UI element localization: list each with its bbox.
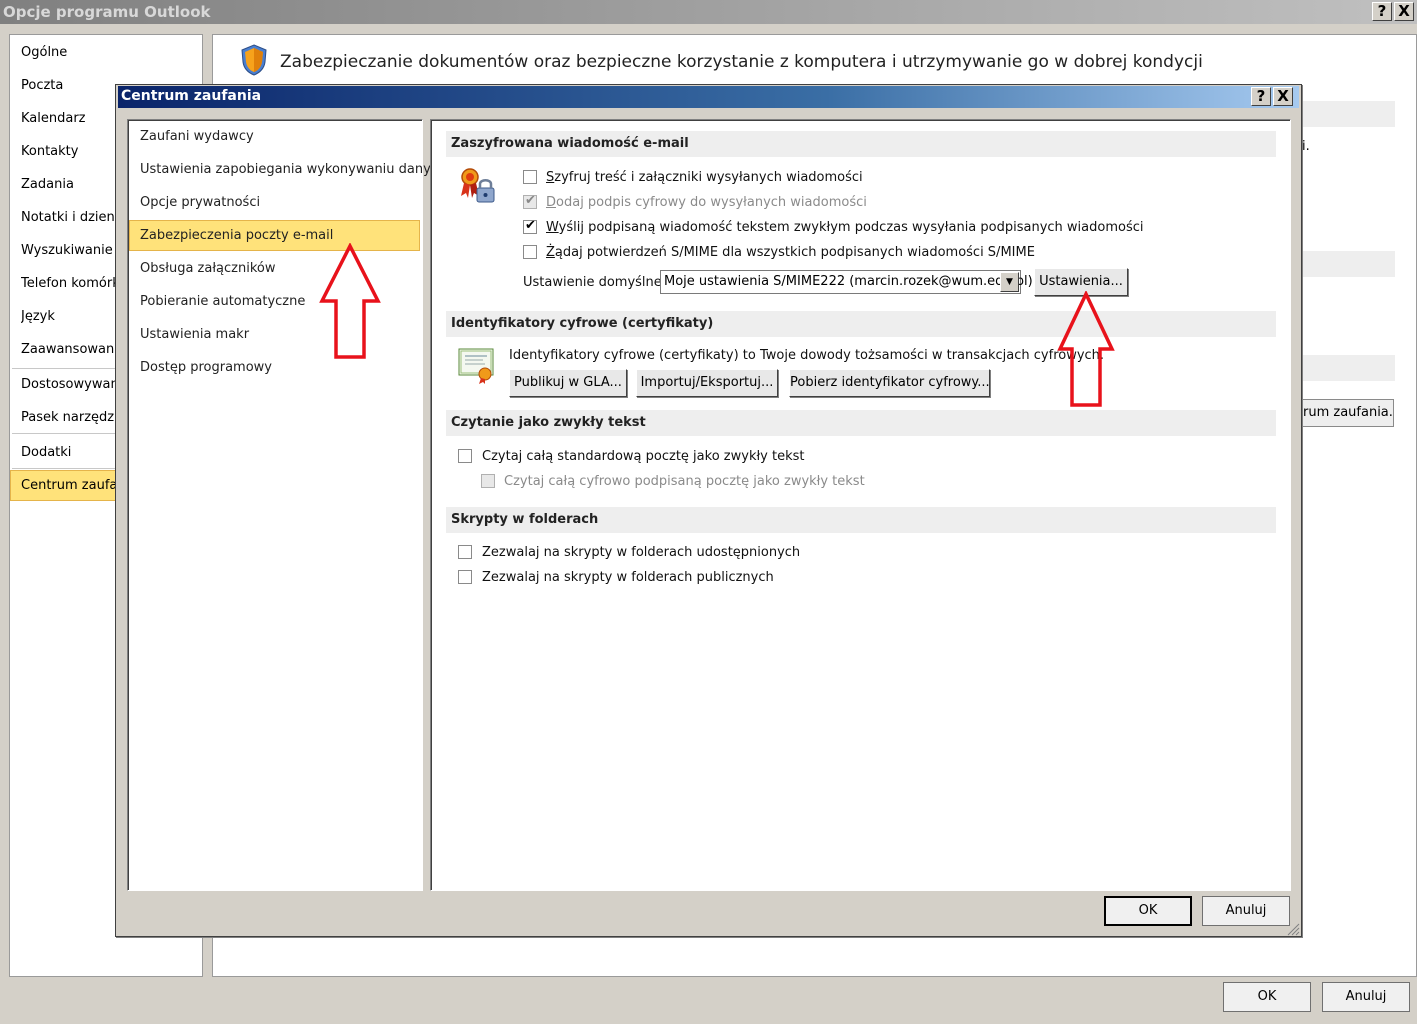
- inner-nav-item[interactable]: Ustawienia makr: [140, 327, 249, 342]
- outer-nav-item[interactable]: Pasek narzędzi S: [21, 410, 115, 425]
- read-signed-plain-checkbox: [481, 474, 495, 488]
- read-plain-label: Czytaj całą standardową pocztę jako zwyk…: [482, 449, 805, 464]
- get-digital-id-button[interactable]: Pobierz identyfikator cyfrowy...: [789, 369, 990, 397]
- check-icon: ✔: [525, 218, 536, 233]
- encrypted-option-label: Szyfruj treść i załączniki wysyłanych wi…: [546, 170, 863, 185]
- outer-cancel-button[interactable]: Anuluj: [1322, 982, 1410, 1012]
- outer-section-band: [1302, 101, 1395, 127]
- outer-nav-item[interactable]: Zaawansowane: [21, 342, 115, 357]
- outer-help-button[interactable]: ?: [1372, 2, 1392, 21]
- outer-nav-item[interactable]: Wyszukiwanie: [21, 243, 115, 258]
- section-encrypted-title: Zaszyfrowana wiadomość e-mail: [446, 131, 1276, 157]
- outer-nav-item[interactable]: Telefon komórko: [21, 276, 115, 291]
- encrypted-option-checkbox: ✔: [523, 193, 537, 209]
- outer-close-button[interactable]: X: [1394, 2, 1414, 21]
- outer-section-band: [1302, 251, 1395, 277]
- outer-nav-item[interactable]: Kalendarz: [21, 111, 115, 126]
- annotation-arrow-up-icon: [319, 243, 381, 359]
- outer-nav-item[interactable]: Notatki i dzienni: [21, 210, 115, 225]
- inner-nav-item[interactable]: Opcje prywatności: [140, 195, 260, 210]
- outer-nav-item[interactable]: Dodatki: [21, 445, 115, 460]
- inner-close-button[interactable]: X: [1273, 87, 1293, 106]
- check-icon: ✔: [525, 193, 536, 208]
- encrypted-option-label: Żądaj potwierdzeń S/MIME dla wszystkich …: [546, 245, 1035, 260]
- public-scripts-checkbox[interactable]: [458, 570, 472, 584]
- resize-grip-icon[interactable]: [1286, 922, 1300, 936]
- outer-section-band: [1302, 355, 1395, 381]
- outer-nav-item[interactable]: Ogólne: [21, 45, 115, 60]
- inner-nav-item[interactable]: Zabezpieczenia poczty e-mail: [140, 228, 333, 243]
- outer-nav-separator: [12, 433, 115, 434]
- inner-help-button[interactable]: ?: [1251, 87, 1271, 106]
- inner-cancel-button[interactable]: Anuluj: [1202, 896, 1290, 926]
- outer-nav-item[interactable]: Kontakty: [21, 144, 115, 159]
- inner-nav-item[interactable]: Pobieranie automatyczne: [140, 294, 305, 309]
- import-export-button[interactable]: Importuj/Eksportuj...: [636, 369, 778, 397]
- outer-nav-separator: [12, 468, 115, 469]
- section-certs-title: Identyfikatory cyfrowe (certyfikaty): [446, 311, 1276, 337]
- inner-ok-button[interactable]: OK: [1104, 896, 1192, 926]
- annotation-arrow-up-icon: [1057, 291, 1115, 407]
- public-scripts-label: Zezwalaj na skrypty w folderach publiczn…: [482, 570, 774, 585]
- encrypted-option-label: Wyślij podpisaną wiadomość tekstem zwykł…: [546, 220, 1144, 235]
- shared-scripts-label: Zezwalaj na skrypty w folderach udostępn…: [482, 545, 801, 560]
- shared-scripts-checkbox[interactable]: [458, 545, 472, 559]
- section-scripts-title: Skrypty w folderach: [446, 507, 1276, 533]
- outer-ok-button[interactable]: OK: [1223, 982, 1311, 1012]
- inner-titlebar: Centrum zaufania ? X: [118, 86, 1299, 108]
- encrypted-option-label: Dodaj podpis cyfrowy do wysyłanych wiado…: [546, 195, 867, 210]
- inner-nav-item[interactable]: Obsługa załączników: [140, 261, 275, 276]
- outer-title: Opcje programu Outlook: [3, 3, 211, 21]
- default-setting-combo[interactable]: Moje ustawienia S/MIME222 (marcin.rozek@…: [660, 270, 1033, 294]
- encrypted-option-checkbox[interactable]: ✔: [523, 218, 537, 234]
- outer-nav-item[interactable]: Poczta: [21, 78, 115, 93]
- outer-nav-item[interactable]: Dostosowywanie: [21, 377, 115, 392]
- inner-nav-item[interactable]: Ustawienia zapobiegania wykonywaniu dany…: [140, 162, 446, 177]
- outer-header-text: Zabezpieczanie dokumentów oraz bezpieczn…: [280, 52, 1203, 72]
- certificate-icon: [458, 348, 494, 384]
- read-plain-checkbox[interactable]: [458, 449, 472, 463]
- encrypted-option-checkbox[interactable]: [523, 245, 537, 259]
- section-plain-title: Czytanie jako zwykły tekst: [446, 410, 1276, 436]
- chevron-down-icon[interactable]: ▼: [1000, 272, 1019, 292]
- outer-nav-separator: [12, 368, 115, 369]
- default-setting-label: Ustawienie domyślne:: [523, 275, 667, 290]
- encrypted-option-checkbox[interactable]: [523, 170, 537, 184]
- default-setting-value: Moje ustawienia S/MIME222 (marcin.rozek@…: [664, 274, 1033, 289]
- outer-nav-item[interactable]: Zadania: [21, 177, 115, 192]
- shield-icon: [241, 44, 267, 76]
- outer-nav-item[interactable]: Centrum zaufani: [10, 470, 129, 501]
- outer-partial-text: i.: [1302, 139, 1310, 154]
- inner-title: Centrum zaufania: [121, 88, 262, 104]
- certs-description: Identyfikatory cyfrowe (certyfikaty) to …: [509, 348, 1105, 363]
- outer-nav-item[interactable]: Język: [21, 309, 115, 324]
- publish-gal-button[interactable]: Publikuj w GLA...: [509, 369, 627, 397]
- secure-email-icon: [461, 168, 495, 203]
- inner-nav-item[interactable]: Dostęp programowy: [140, 360, 272, 375]
- read-signed-plain-label: Czytaj całą cyfrowo podpisaną pocztę jak…: [504, 474, 865, 489]
- inner-nav-item[interactable]: Zaufani wydawcy: [140, 129, 254, 144]
- outer-titlebar: Opcje programu Outlook ? X: [0, 0, 1417, 24]
- trust-center-settings-button[interactable]: rum zaufania...: [1290, 399, 1394, 427]
